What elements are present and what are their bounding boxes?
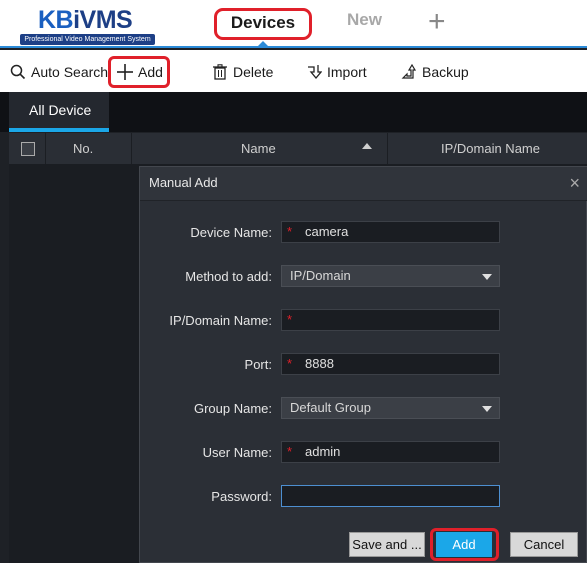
delete-button[interactable]: Delete bbox=[212, 62, 273, 82]
device-table-header: No. Name IP/Domain Name bbox=[9, 133, 587, 164]
group-select[interactable]: Default Group bbox=[281, 397, 500, 419]
search-icon bbox=[10, 64, 26, 80]
tab-all-device[interactable]: All Device bbox=[9, 92, 109, 132]
ip-label: IP/Domain Name: bbox=[169, 313, 272, 328]
method-value: IP/Domain bbox=[290, 268, 351, 283]
dialog-title-bar: Manual Add × bbox=[140, 167, 587, 201]
method-label: Method to add: bbox=[185, 269, 272, 284]
ip-domain-field[interactable]: * bbox=[281, 309, 500, 331]
column-header-name[interactable]: Name bbox=[241, 141, 276, 156]
delete-label: Delete bbox=[233, 64, 274, 80]
column-divider bbox=[387, 133, 388, 164]
trash-icon bbox=[213, 64, 227, 80]
port-value: 8888 bbox=[305, 356, 334, 371]
backup-label: Backup bbox=[422, 64, 469, 80]
app-logo: KBiVMS Professional Video Management Sys… bbox=[20, 6, 155, 45]
group-label: Group Name: bbox=[193, 401, 272, 416]
auto-search-button[interactable]: Auto Search bbox=[10, 62, 108, 82]
column-divider bbox=[131, 133, 132, 164]
logo-text: KBiVMS bbox=[38, 6, 133, 34]
chevron-down-icon bbox=[482, 274, 492, 280]
user-name-field[interactable]: * admin bbox=[281, 441, 500, 463]
sort-ascending-icon[interactable] bbox=[362, 143, 372, 149]
plus-icon bbox=[117, 64, 133, 80]
group-value: Default Group bbox=[290, 400, 371, 415]
dialog-title: Manual Add bbox=[149, 175, 218, 190]
column-divider bbox=[45, 133, 46, 164]
logo-subtitle: Professional Video Management System bbox=[20, 34, 155, 45]
user-name-value: admin bbox=[305, 444, 341, 459]
method-select[interactable]: IP/Domain bbox=[281, 265, 500, 287]
required-mark: * bbox=[287, 444, 293, 459]
manual-add-dialog: Manual Add × Device Name: * camera Metho… bbox=[139, 166, 587, 563]
toolbar: Auto Search Add Delete Import Backup bbox=[0, 50, 587, 92]
close-icon[interactable]: × bbox=[569, 173, 580, 194]
device-tab-bar: All Device bbox=[0, 92, 587, 132]
password-field[interactable] bbox=[281, 485, 500, 507]
required-mark: * bbox=[287, 356, 293, 371]
backup-button[interactable]: Backup bbox=[401, 62, 469, 82]
add-button[interactable]: Add bbox=[117, 62, 163, 82]
add-label: Add bbox=[138, 64, 163, 80]
required-mark: * bbox=[287, 224, 293, 239]
dialog-add-button[interactable]: Add bbox=[436, 532, 492, 557]
required-mark: * bbox=[287, 312, 293, 327]
password-label: Password: bbox=[211, 489, 272, 504]
port-field[interactable]: * 8888 bbox=[281, 353, 500, 375]
device-name-label: Device Name: bbox=[190, 225, 272, 240]
tab-new[interactable]: New bbox=[347, 8, 382, 40]
cancel-button[interactable]: Cancel bbox=[510, 532, 578, 557]
column-header-no[interactable]: No. bbox=[73, 141, 93, 156]
import-icon bbox=[308, 65, 322, 80]
import-label: Import bbox=[327, 64, 367, 80]
port-label: Port: bbox=[244, 357, 272, 372]
column-header-ip[interactable]: IP/Domain Name bbox=[441, 141, 540, 156]
import-button[interactable]: Import bbox=[306, 62, 367, 82]
device-name-value: camera bbox=[305, 224, 349, 239]
select-all-checkbox[interactable] bbox=[21, 142, 35, 156]
backup-icon bbox=[401, 64, 417, 79]
auto-search-label: Auto Search bbox=[31, 64, 109, 80]
add-tab-icon[interactable]: + bbox=[428, 7, 446, 37]
device-name-field[interactable]: * camera bbox=[281, 221, 500, 243]
chevron-down-icon bbox=[482, 406, 492, 412]
save-and-continue-button[interactable]: Save and ... bbox=[349, 532, 425, 557]
active-tab-caret-icon bbox=[258, 41, 268, 46]
top-bar: KBiVMS Professional Video Management Sys… bbox=[0, 0, 587, 48]
tab-devices[interactable]: Devices bbox=[214, 8, 312, 40]
user-label: User Name: bbox=[202, 445, 272, 460]
